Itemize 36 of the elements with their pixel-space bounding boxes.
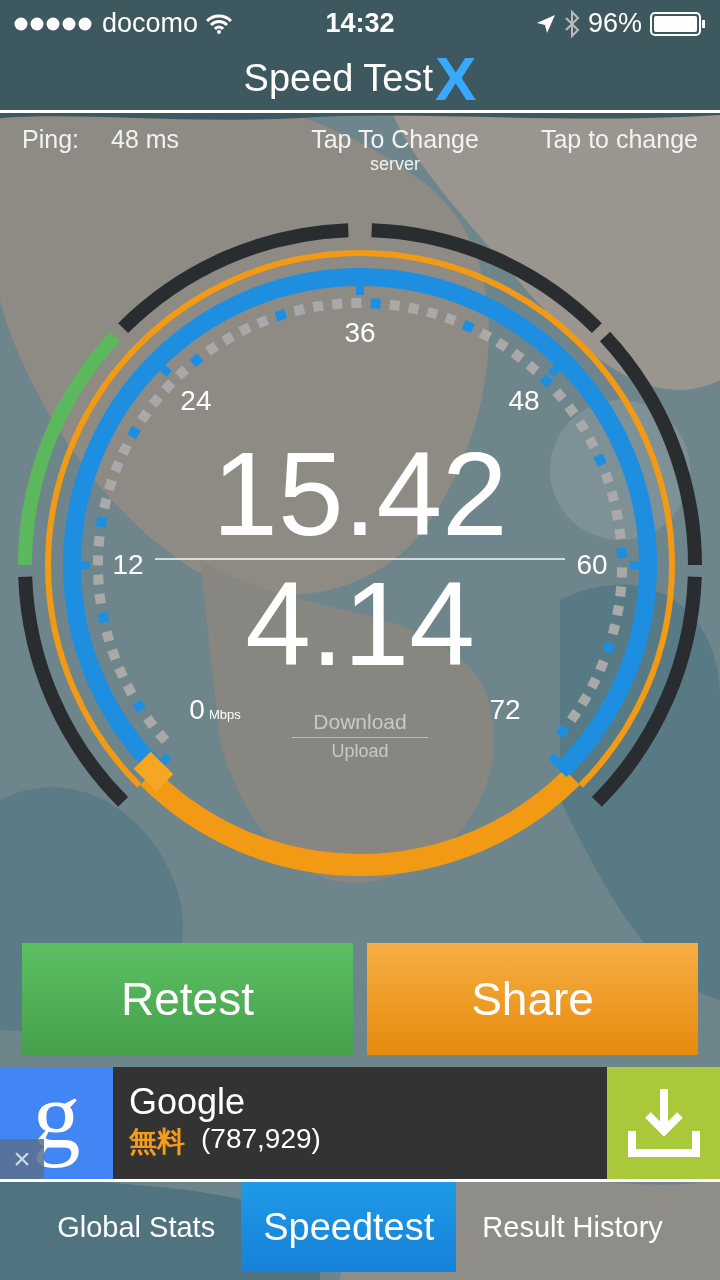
nav-tab[interactable]: Speedtest (241, 1182, 457, 1272)
server-link[interactable]: Tap To Change (311, 124, 479, 154)
scale-label: 24 (180, 384, 212, 417)
status-time: 14:32 (325, 8, 395, 40)
location-arrow-icon (535, 13, 556, 34)
ad-banner[interactable]: g × Google 無料 (787,929) (0, 1067, 720, 1182)
upload-label: Upload (331, 740, 389, 762)
bluetooth-icon (563, 9, 580, 38)
battery-icon (650, 11, 706, 36)
retest-button[interactable]: Retest (22, 943, 353, 1056)
upload-speed: 4.14 (245, 559, 475, 688)
carrier-name: docomo (102, 8, 199, 40)
battery-percent: 96% (587, 8, 642, 40)
download-button[interactable] (607, 1067, 720, 1179)
download-label: Download (313, 709, 407, 734)
scale-label: 12 (112, 548, 144, 581)
scale-label: 0 (189, 693, 205, 726)
signal-icon (14, 16, 94, 31)
review-count: (787,929) (201, 1123, 321, 1157)
ad-title: Google (129, 1081, 247, 1124)
logo-letter: X (435, 47, 477, 110)
server-caption: server (370, 153, 420, 175)
change-link[interactable]: Tap to change (540, 124, 698, 195)
app-title: Speed Test (243, 57, 434, 101)
price-label: 無料 (129, 1125, 185, 1160)
close-button[interactable]: × (0, 1139, 44, 1179)
wifi-icon (206, 13, 233, 34)
scale-label: 36 (344, 316, 376, 349)
share-button[interactable]: Share (367, 943, 698, 1056)
ping-value: 48 ms (111, 124, 180, 155)
scale-label: 48 (508, 384, 540, 417)
ping-label: Ping: (22, 124, 79, 155)
scale-label: 60 (576, 548, 608, 581)
scale-label: 72 (489, 693, 521, 726)
download-speed: 15.42 (212, 429, 508, 558)
unit-label: Mbps (208, 706, 241, 722)
